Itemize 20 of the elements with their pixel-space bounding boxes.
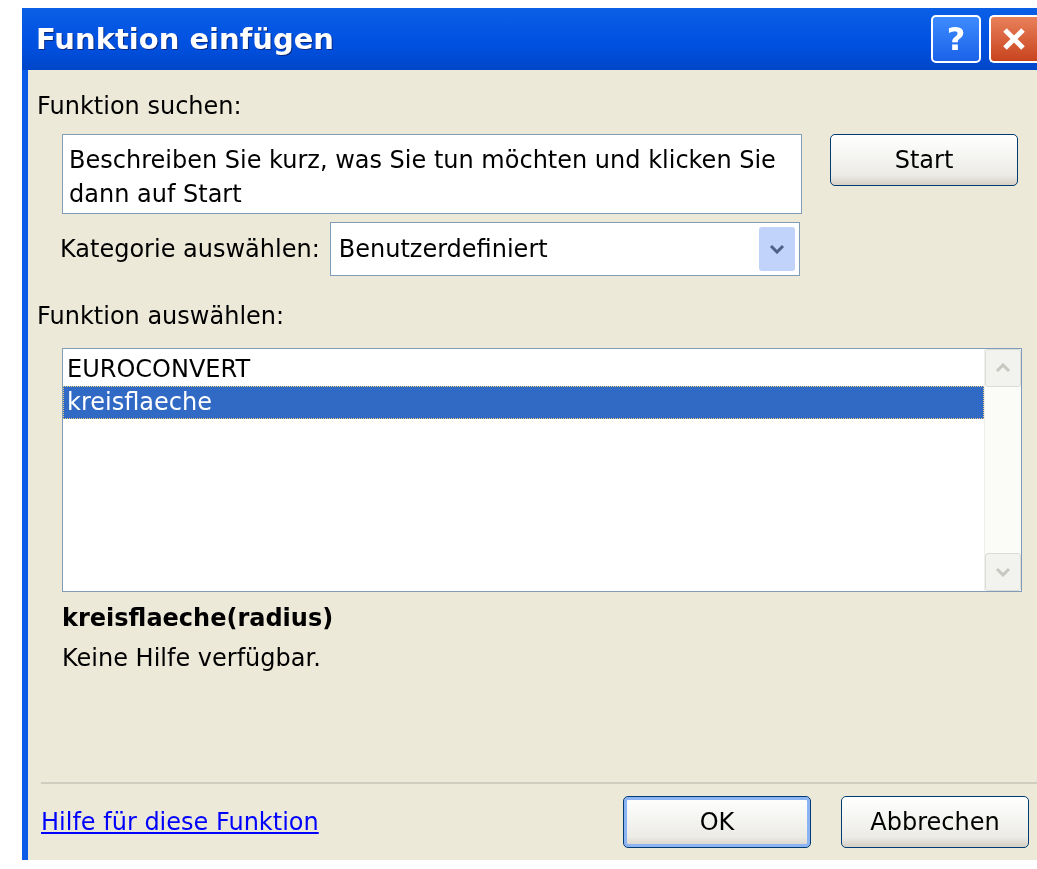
search-field[interactable]: Beschreiben Sie kurz, was Sie tun möchten und klicken Sie dann auf Start: [62, 134, 802, 214]
help-button[interactable]: ?: [931, 15, 981, 63]
cancel-button[interactable]: Abbrechen: [841, 796, 1029, 848]
close-button[interactable]: [989, 15, 1037, 63]
ok-button[interactable]: OK: [623, 796, 811, 848]
close-icon: [1001, 26, 1027, 52]
function-list-item[interactable]: EUROCONVERT: [63, 353, 984, 386]
category-dropdown[interactable]: Benutzerdefiniert: [329, 222, 800, 276]
function-signature: kreisflaeche(radius): [61, 604, 335, 632]
scrollbar[interactable]: [984, 349, 1021, 591]
start-button[interactable]: Start: [830, 134, 1018, 186]
scroll-down-icon[interactable]: [985, 553, 1021, 591]
search-label: Funktion suchen:: [37, 92, 243, 120]
function-list-item[interactable]: kreisflaeche: [63, 386, 984, 419]
window-title: Funktion einfügen: [35, 22, 335, 56]
scroll-up-icon[interactable]: [985, 349, 1021, 387]
function-list-label: Funktion auswählen:: [37, 302, 286, 330]
category-label: Kategorie auswählen:: [60, 235, 320, 263]
help-link[interactable]: Hilfe für diese Funktion: [41, 808, 593, 836]
function-description: Keine Hilfe verfügbar.: [61, 644, 322, 672]
